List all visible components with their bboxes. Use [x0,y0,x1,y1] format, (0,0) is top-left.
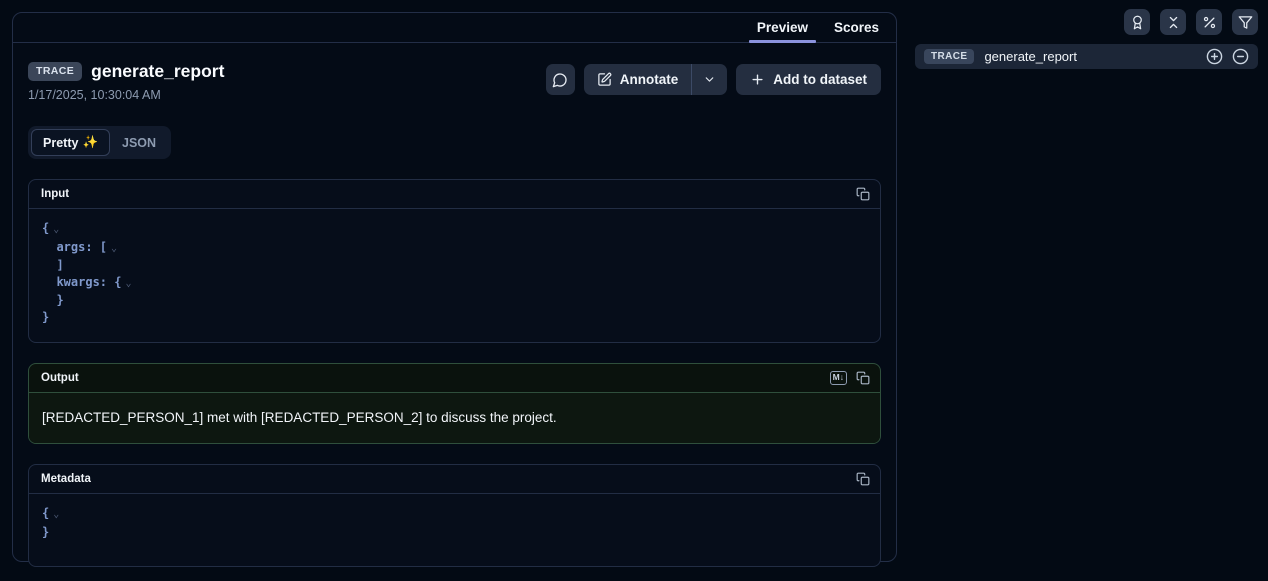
percent-icon [1202,15,1217,30]
code-line: {⌄ [42,220,867,239]
code-line: {⌄ [42,505,867,524]
code-line: } [42,524,867,541]
copy-icon[interactable] [856,187,870,201]
copy-icon[interactable] [856,472,870,486]
collapse-toolbar-button[interactable] [1160,9,1186,35]
code-line: } [42,292,867,309]
toggle-json[interactable]: JSON [110,130,168,156]
view-mode-toggle: Pretty ✨ JSON [28,126,171,159]
scores-toolbar-button[interactable] [1124,9,1150,35]
metadata-panel-header: Metadata [29,465,880,494]
annotate-button[interactable]: Annotate [584,64,692,95]
tab-scores[interactable]: Scores [821,13,892,42]
page-title: generate_report [91,61,224,82]
code-line: ] [42,257,867,274]
filter-icon [1238,15,1253,30]
metadata-json-viewer: {⌄} [29,494,880,566]
plus-icon [750,72,765,87]
minus-circle-icon[interactable] [1232,48,1249,65]
code-line: } [42,309,867,326]
award-icon [1130,15,1145,30]
trace-tree-row[interactable]: TRACE generate_report [915,44,1258,69]
chevron-down-icon [703,73,716,86]
preview-scores-tabbar: Preview Scores [13,13,896,43]
collapse-chevron-icon[interactable]: ⌄ [53,509,59,520]
annotate-dropdown-button[interactable] [692,64,727,95]
trace-detail-panel: Preview Scores TRACE generate_report 1/1… [12,12,897,562]
comment-icon [552,72,568,88]
output-panel-title: Output [41,372,79,384]
trace-viewer-page: { "tabs": { "preview": "Preview", "score… [0,0,1268,581]
input-panel-header: Input [29,180,880,209]
output-panel: Output M↓ [REDACTED_PERSON_1] met with [… [28,363,881,444]
collapse-icon [1166,15,1181,30]
percent-toolbar-button[interactable] [1196,9,1222,35]
input-panel: Input {⌄ args: [⌄ ] kwargs: {⌄ }} [28,179,881,343]
tab-preview[interactable]: Preview [744,13,821,42]
add-to-dataset-button[interactable]: Add to dataset [736,64,881,95]
trace-panel-body: TRACE generate_report 1/17/2025, 10:30:0… [13,43,896,567]
metadata-panel: Metadata {⌄} [28,464,881,567]
add-to-dataset-label: Add to dataset [773,72,867,87]
input-panel-title: Input [41,188,69,200]
trace-type-badge: TRACE [924,49,974,64]
comment-button[interactable] [546,64,575,95]
code-line: kwargs: {⌄ [42,274,867,293]
copy-icon[interactable] [856,371,870,385]
trace-timestamp: 1/17/2025, 10:30:04 AM [28,88,224,102]
trace-type-badge: TRACE [28,62,82,81]
code-line: args: [⌄ [42,239,867,258]
sparkles-icon: ✨ [82,135,98,150]
input-json-viewer: {⌄ args: [⌄ ] kwargs: {⌄ }} [29,209,880,342]
plus-circle-icon[interactable] [1206,48,1223,65]
collapse-chevron-icon[interactable]: ⌄ [125,278,131,289]
tree-row-actions [1206,48,1249,65]
toolbar-icons [1124,9,1258,35]
trace-header-row: TRACE generate_report 1/17/2025, 10:30:0… [28,61,881,102]
filter-toolbar-button[interactable] [1232,9,1258,35]
trace-identity: TRACE generate_report 1/17/2025, 10:30:0… [28,61,224,102]
metadata-panel-title: Metadata [41,473,91,485]
toggle-pretty[interactable]: Pretty ✨ [31,129,110,156]
collapse-chevron-icon[interactable]: ⌄ [53,224,59,235]
output-text: [REDACTED_PERSON_1] met with [REDACTED_P… [42,410,557,425]
markdown-toggle-icon[interactable]: M↓ [830,371,847,384]
annotate-button-label: Annotate [620,72,679,87]
tree-item-title: generate_report [984,49,1077,64]
toggle-pretty-label: Pretty [43,136,78,150]
annotate-icon [597,72,612,87]
output-content: [REDACTED_PERSON_1] met with [REDACTED_P… [29,393,880,443]
trace-actions: Annotate Add to dataset [546,64,881,95]
annotate-split-button: Annotate [584,64,728,95]
collapse-chevron-icon[interactable]: ⌄ [111,243,117,254]
output-panel-header: Output M↓ [29,364,880,393]
